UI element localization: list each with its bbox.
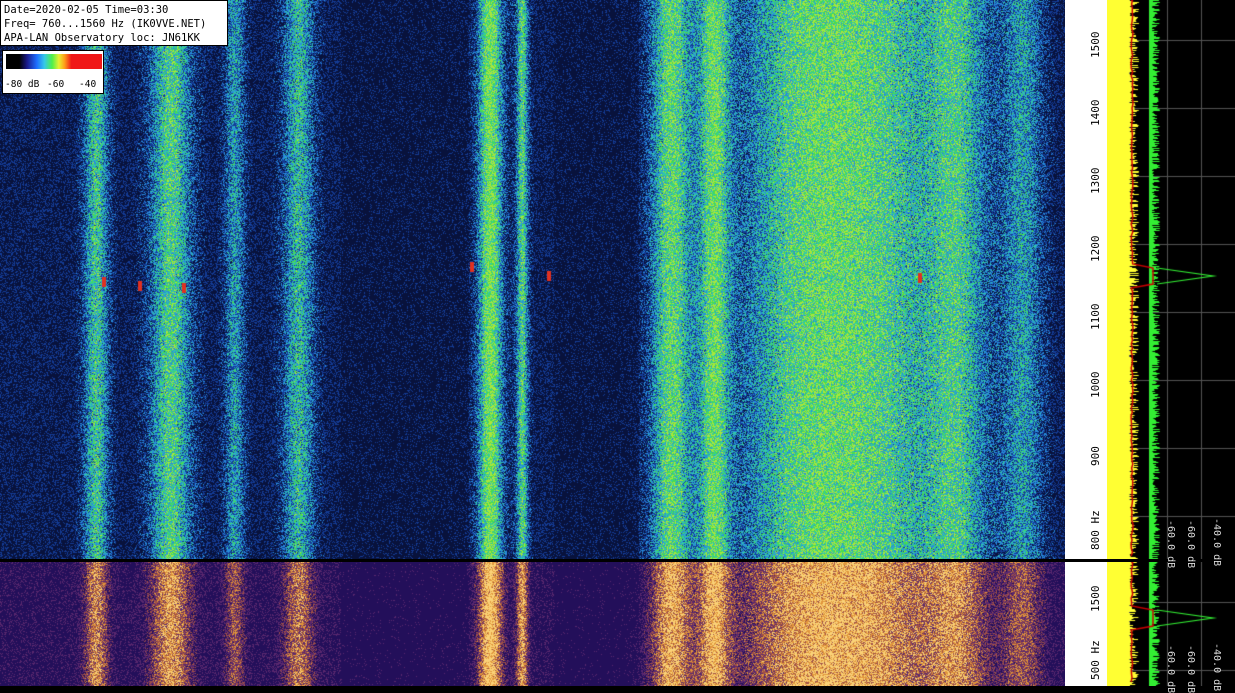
freq-tick-bottom: 1500 (1089, 585, 1102, 613)
spectrum-panel (1107, 0, 1235, 559)
color-scale-legend: -80 dB -60 -40 (2, 50, 104, 94)
wide-band-spectrogram (0, 562, 1065, 686)
scale-low-label: -80 dB (5, 79, 40, 90)
db-label: -60.0 dB (1185, 520, 1196, 569)
freq-tick: 900 (1089, 446, 1102, 466)
freq-tick-bottom: 500 Hz (1089, 640, 1102, 680)
freq-tick: 1100 (1089, 303, 1102, 331)
freq-tick: 1200 (1089, 235, 1102, 263)
db-label: -40.0 dB (1211, 518, 1222, 567)
db-label-bottom: -40.0 dB (1211, 643, 1222, 692)
observatory-text: APA-LAN Observatory loc: JN61KK (4, 32, 200, 44)
frequency-axis (1065, 0, 1107, 559)
freq-tick: 1500 (1089, 31, 1102, 59)
freq-tick: 1300 (1089, 167, 1102, 195)
freq-tick: 1400 (1089, 99, 1102, 127)
freq-tick: 1000 (1089, 371, 1102, 399)
db-label: -60.0 dB (1165, 520, 1176, 569)
scale-mid-label: -60 (47, 79, 65, 90)
freq-range-text: Freq= 760...1560 Hz (IK0VVE.NET) (4, 18, 207, 30)
date-time-text: Date=2020-02-05 Time=03:30 (4, 4, 169, 16)
scale-high-label: -40 (79, 79, 97, 90)
waterfall-spectrogram (0, 0, 1065, 559)
color-scale-bar (6, 54, 102, 69)
info-panel: Date=2020-02-05 Time=03:30 Freq= 760...1… (0, 0, 228, 46)
freq-tick: 800 Hz (1089, 510, 1102, 550)
